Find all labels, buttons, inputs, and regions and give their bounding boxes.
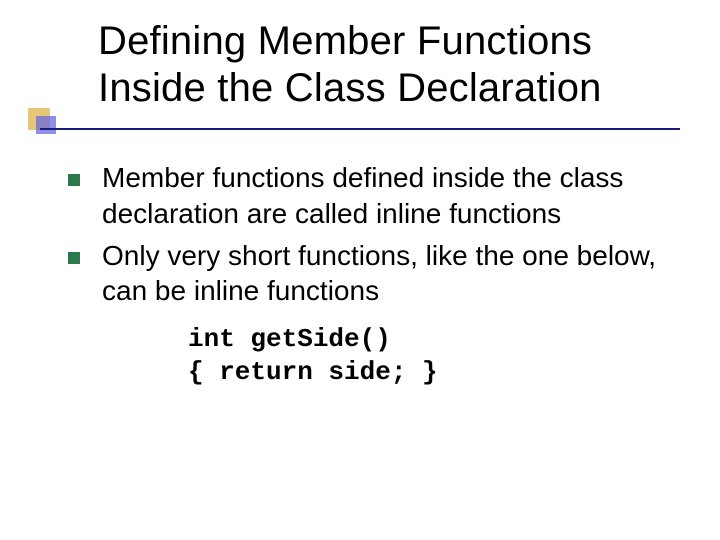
title-underline xyxy=(40,128,680,130)
bullet-text: Only very short functions, like the one … xyxy=(102,238,678,310)
bullet-item: Member functions defined inside the clas… xyxy=(68,160,678,232)
bullet-item: Only very short functions, like the one … xyxy=(68,238,678,310)
title-accent-icon xyxy=(28,108,58,136)
bullet-text: Member functions defined inside the clas… xyxy=(102,160,678,232)
bullet-square-icon xyxy=(68,174,80,186)
slide: Defining Member Functions Inside the Cla… xyxy=(0,0,720,540)
slide-body: Member functions defined inside the clas… xyxy=(68,160,678,388)
code-line: { return side; } xyxy=(188,357,438,387)
code-line: int getSide() xyxy=(188,324,391,354)
bullet-square-icon xyxy=(68,252,80,264)
code-snippet: int getSide() { return side; } xyxy=(188,323,678,388)
slide-title: Defining Member Functions Inside the Cla… xyxy=(98,18,678,112)
